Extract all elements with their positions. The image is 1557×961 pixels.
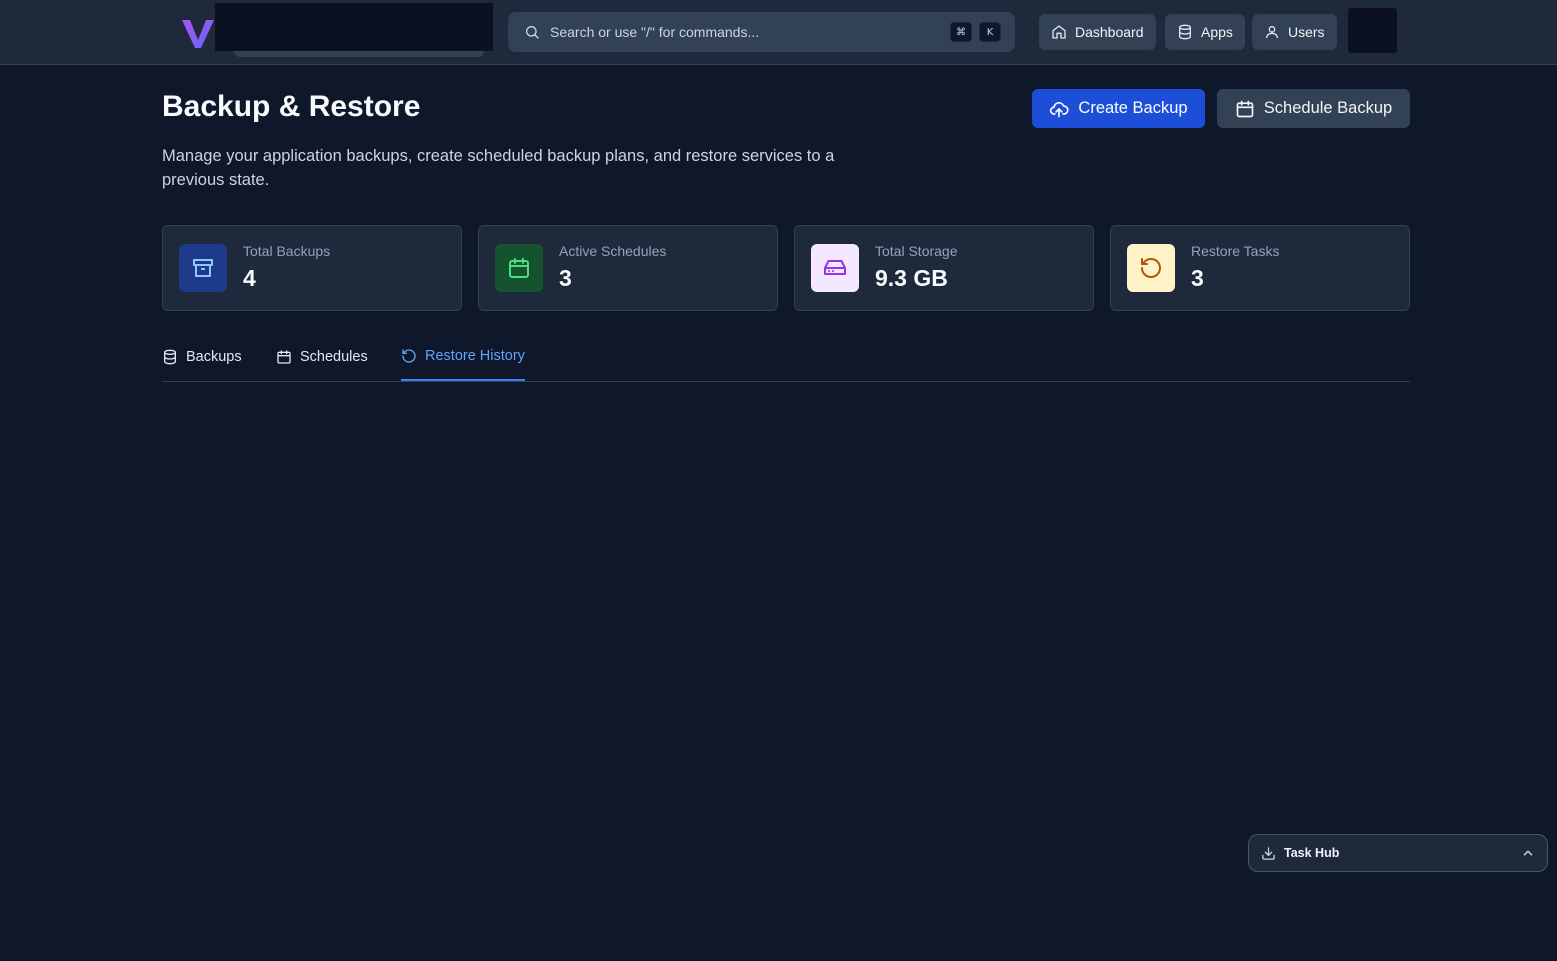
stat-label: Total Backups [243, 243, 331, 259]
nav-users-button[interactable]: Users [1252, 14, 1337, 50]
create-backup-button[interactable]: Create Backup [1032, 89, 1205, 128]
card-icon-box [1127, 244, 1175, 292]
command-search[interactable]: Search or use "/" for commands... ⌘ K [508, 12, 1015, 52]
logo-icon[interactable] [180, 14, 216, 50]
chevron-up-icon[interactable] [1521, 846, 1535, 860]
stat-label: Restore Tasks [1191, 243, 1280, 259]
nav-label: Apps [1201, 24, 1233, 40]
tab-restore-history[interactable]: Restore History [401, 336, 525, 381]
nav-dashboard-button[interactable]: Dashboard [1039, 14, 1156, 50]
redacted-region [215, 3, 493, 51]
tab-label: Restore History [425, 347, 525, 364]
stat-label: Active Schedules [559, 243, 667, 259]
stat-card-active-schedules: Active Schedules 3 [478, 225, 778, 311]
card-icon-box [495, 244, 543, 292]
tab-backups[interactable]: Backups [162, 336, 242, 382]
database-icon [164, 349, 176, 365]
stat-card-total-backups: Total Backups 4 [162, 225, 462, 311]
search-input[interactable]: Search or use "/" for commands... [550, 24, 943, 40]
page-title: Backup & Restore [162, 90, 421, 123]
database-icon [1179, 24, 1191, 40]
nav-label: Users [1288, 24, 1325, 40]
user-icon [1266, 26, 1278, 39]
nav-apps-button[interactable]: Apps [1165, 14, 1245, 50]
shortcut-key: ⌘ [950, 22, 972, 42]
hard-drive-icon [824, 260, 846, 275]
cloud-upload-icon [1050, 101, 1070, 117]
calendar-icon [509, 258, 529, 278]
calendar-icon [1236, 100, 1254, 117]
rotate-ccw-icon [402, 348, 416, 363]
schedule-backup-label: Schedule Backup [1263, 99, 1393, 117]
card-icon-box [811, 244, 859, 292]
rotate-ccw-icon [1141, 258, 1161, 278]
schedule-backup-button[interactable]: Schedule Backup [1217, 89, 1410, 128]
card-icon-box [179, 244, 227, 292]
stat-value: 9.3 GB [875, 265, 948, 291]
stat-value: 4 [243, 265, 256, 291]
stat-value: 3 [559, 265, 572, 291]
tab-label: Schedules [300, 349, 368, 365]
tab-label: Backups [186, 349, 242, 365]
download-icon [1262, 846, 1275, 860]
top-bar: Search or use "/" for commands... ⌘ K Da… [0, 0, 1557, 65]
task-hub-panel[interactable]: Task Hub [1248, 834, 1548, 872]
stat-card-restore-tasks: Restore Tasks 3 [1110, 225, 1410, 311]
stat-label: Total Storage [875, 243, 958, 259]
search-icon [526, 26, 539, 39]
home-icon [1052, 25, 1066, 39]
calendar-icon [277, 350, 291, 364]
tab-bar: Backups Schedules Restore History [162, 336, 1410, 382]
task-hub-label: Task Hub [1284, 846, 1340, 860]
nav-label: Dashboard [1075, 24, 1144, 40]
stat-value: 3 [1191, 265, 1204, 291]
stat-card-total-storage: Total Storage 9.3 GB [794, 225, 1094, 311]
page-description: Manage your application backups, create … [162, 147, 835, 189]
archive-icon [193, 259, 213, 277]
shortcut-key: K [979, 22, 1001, 42]
avatar[interactable] [1348, 8, 1397, 53]
tab-schedules[interactable]: Schedules [276, 336, 368, 382]
create-backup-label: Create Backup [1078, 99, 1188, 117]
